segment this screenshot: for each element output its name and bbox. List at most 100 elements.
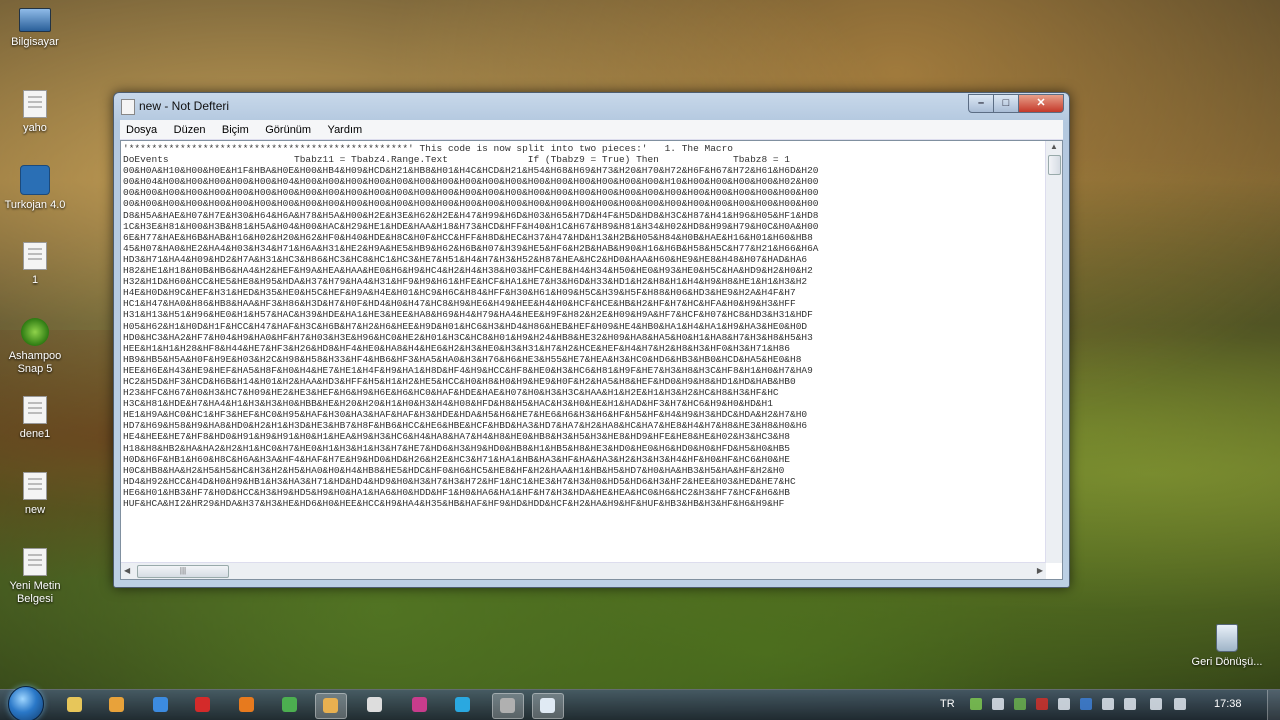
- desktop-icon-label: 1: [31, 274, 39, 286]
- text-line: H82&HE1&H18&H0B&HB6&HA4&H2&HEF&H9A&HEA&H…: [123, 265, 813, 277]
- notepad-file-icon: [23, 396, 47, 424]
- vertical-scrollbar[interactable]: ▲: [1045, 141, 1062, 563]
- notepad-icon: [121, 99, 135, 115]
- language-indicator[interactable]: TR: [940, 698, 955, 710]
- desktop-icon-1[interactable]: 1: [0, 242, 72, 287]
- text-file-icon: [23, 90, 47, 118]
- taskbar-button-settings[interactable]: [360, 693, 390, 717]
- scroll-left-icon[interactable]: ◀: [124, 566, 130, 575]
- text-content[interactable]: '***************************************…: [123, 143, 1044, 561]
- text-line: D8&H5A&HAE&H07&H7E&H30&H64&H6A&H78&H5A&H…: [123, 209, 819, 221]
- taskbar-button-virtualbox[interactable]: [492, 693, 524, 719]
- taskbar-button-media-player[interactable]: [102, 693, 132, 717]
- text-editor[interactable]: '***************************************…: [120, 140, 1063, 580]
- clock[interactable]: 17:38: [1214, 698, 1242, 710]
- text-line: 00&H00&H00&H00&H00&H00&H00&H00&H00&H00&H…: [123, 198, 819, 210]
- desktop-icon-dene1[interactable]: dene1: [0, 396, 72, 441]
- text-line: HD4&H92&HCC&H4D&H0&H9&HB1&H3&HA3&H71&HD&…: [123, 475, 796, 487]
- settings-icon: [367, 697, 382, 712]
- title-bar[interactable]: new - Not Defteri – □ ✕: [114, 93, 1069, 119]
- text-line: 45&H07&HA0&HE2&HA4&H03&H34&H71&H6A&H31&H…: [123, 242, 819, 254]
- display-icon[interactable]: [1150, 698, 1162, 710]
- desktop-icon-label: yaho: [23, 122, 47, 134]
- desktop-icon-label: Turkojan 4.0: [4, 199, 66, 211]
- antivirus-icon[interactable]: [1036, 698, 1048, 710]
- desktop-icon-new[interactable]: new: [0, 472, 72, 517]
- text-line: 00&H00&H00&H00&H00&H00&H00&H00&H00&H00&H…: [123, 187, 819, 199]
- text-line: HE6&H01&HB3&HF7&H0D&HCC&H3&H9&HD5&H9&H0&…: [123, 486, 791, 498]
- volume-icon[interactable]: [1174, 698, 1186, 710]
- window-title: new - Not Defteri: [139, 99, 230, 113]
- taskbar-button-app-2[interactable]: [405, 693, 435, 717]
- maximize-button[interactable]: □: [993, 94, 1019, 113]
- text-line: H3C&H81&HDE&H7&HA4&H1&H3&H3&H0&HBB&HE&H2…: [123, 398, 773, 410]
- text-file-icon: [23, 548, 47, 576]
- start-button[interactable]: [8, 686, 44, 720]
- desktop-icon-label: Bilgisayar: [11, 36, 59, 48]
- menu-format[interactable]: Biçim: [216, 121, 255, 136]
- bluetooth-icon[interactable]: [1080, 698, 1092, 710]
- tray-app-icon[interactable]: [992, 698, 1004, 710]
- close-button[interactable]: ✕: [1018, 94, 1064, 113]
- power-icon[interactable]: [1124, 698, 1136, 710]
- menu-help[interactable]: Yardım: [322, 121, 369, 136]
- taskbar-button-app[interactable]: [315, 693, 347, 719]
- menu-view[interactable]: Görünüm: [259, 121, 317, 136]
- desktop-icon-label: new: [24, 504, 46, 516]
- taskbar-button-firefox[interactable]: [232, 693, 262, 717]
- menu-bar: Dosya Düzen Biçim Görünüm Yardım: [120, 120, 1063, 140]
- media-player-icon: [109, 697, 124, 712]
- text-line: H31&H13&H51&H96&HE0&H1&H57&HAC&H39&HDE&H…: [123, 309, 813, 321]
- chrome-icon: [282, 697, 297, 712]
- minimize-button[interactable]: –: [968, 94, 994, 113]
- desktop-icon-label: Geri Dönüşü...: [1191, 656, 1263, 668]
- text-line: '***************************************…: [123, 143, 733, 154]
- notepad-window[interactable]: new - Not Defteri – □ ✕ Dosya Düzen Biçi…: [113, 92, 1070, 588]
- text-line: HC2&H5D&HF3&HCD&H6B&H14&H01&H2&HAA&HD3&H…: [123, 375, 796, 387]
- app-icon-2: [412, 697, 427, 712]
- taskbar-button-chrome[interactable]: [275, 693, 305, 717]
- recycle-bin-icon: [1216, 624, 1238, 652]
- show-desktop-button[interactable]: [1267, 690, 1280, 720]
- menu-edit[interactable]: Düzen: [168, 121, 212, 136]
- text-line: H32&H1D&H60&HCC&HE5&HE8&H95&HDA&H37&H79&…: [123, 276, 808, 288]
- tray-green-icon[interactable]: [1014, 698, 1026, 710]
- virtualbox-icon: [500, 698, 515, 713]
- horizontal-scroll-thumb[interactable]: |||: [137, 565, 229, 578]
- text-line: HD7&H69&H58&H9&HA8&HD0&H2&H1&H3D&HE3&HB7…: [123, 420, 808, 432]
- menu-file[interactable]: Dosya: [120, 121, 163, 136]
- text-line: 1C&H3E&H81&H00&H3B&H81&H5A&H04&H00&HAC&H…: [123, 220, 819, 232]
- text-line: HC1&H47&HA0&H86&HB8&HAA&HF3&H86&H3D&H7&H…: [123, 298, 796, 310]
- text-line: 00&H04&H00&H00&H00&H00&H00&H04&H00&H00&H…: [123, 176, 819, 188]
- ashampoo-snap-icon: [21, 318, 49, 346]
- text-line: HUF&HCA&HI2&HR29&HDA&H37&H3&HE&HD6&H0&HE…: [123, 498, 785, 509]
- desktop-icon-ashampoo[interactable]: Ashampoo Snap 5: [0, 318, 72, 376]
- scroll-right-icon[interactable]: ▶: [1037, 566, 1043, 575]
- text-line: H23&HFC&H67&H0&H3&HC7&H09&HE2&HE3&HEF&H6…: [123, 387, 779, 399]
- desktop-icon-new-text-document[interactable]: Yeni Metin Belgesi: [0, 548, 72, 606]
- text-line: HD3&H71&HA4&H09&HD2&H7A&H31&HC3&H86&HC3&…: [123, 253, 808, 265]
- notepad-icon: [540, 698, 555, 713]
- taskbar-button-windows-explorer[interactable]: [60, 693, 90, 717]
- skype-icon: [455, 697, 470, 712]
- scroll-up-icon[interactable]: ▲: [1050, 142, 1058, 151]
- desktop-icon-turkojan[interactable]: Turkojan 4.0: [0, 165, 72, 212]
- tray-monitor-icon[interactable]: [1058, 698, 1070, 710]
- desktop-icon-computer[interactable]: Bilgisayar: [0, 8, 72, 49]
- taskbar-button-internet-explorer[interactable]: [146, 693, 176, 717]
- action-center-icon[interactable]: [1102, 698, 1114, 710]
- text-line: HEE&H6E&H43&HE9&HEF&HA5&H8F&H0&H4&HE7&HE…: [123, 364, 813, 376]
- taskbar-button-skype[interactable]: [448, 693, 478, 717]
- horizontal-scrollbar[interactable]: ◀ ||| ▶: [121, 562, 1046, 579]
- vertical-scroll-thumb[interactable]: [1048, 155, 1061, 175]
- network-icon[interactable]: [970, 698, 982, 710]
- desktop-icon-recycle-bin[interactable]: Geri Dönüşü...: [1190, 624, 1264, 669]
- text-line: 00&H0A&H10&H00&H0E&H1F&HBA&H0E&H00&HB4&H…: [123, 165, 819, 177]
- text-line: H4E&H0D&H9C&HEF&H31&HED&H35&HE0&H5C&HEF&…: [123, 287, 796, 299]
- text-line: H05&H62&H1&H0D&H1F&HCC&H47&HAF&H3C&H6B&H…: [123, 320, 808, 332]
- taskbar-button-opera[interactable]: [188, 693, 218, 717]
- desktop-icon-label: Ashampoo Snap 5: [8, 350, 62, 375]
- taskbar-button-notepad[interactable]: [532, 693, 564, 719]
- desktop-icon-yaho[interactable]: yaho: [0, 90, 72, 135]
- internet-explorer-icon: [153, 697, 168, 712]
